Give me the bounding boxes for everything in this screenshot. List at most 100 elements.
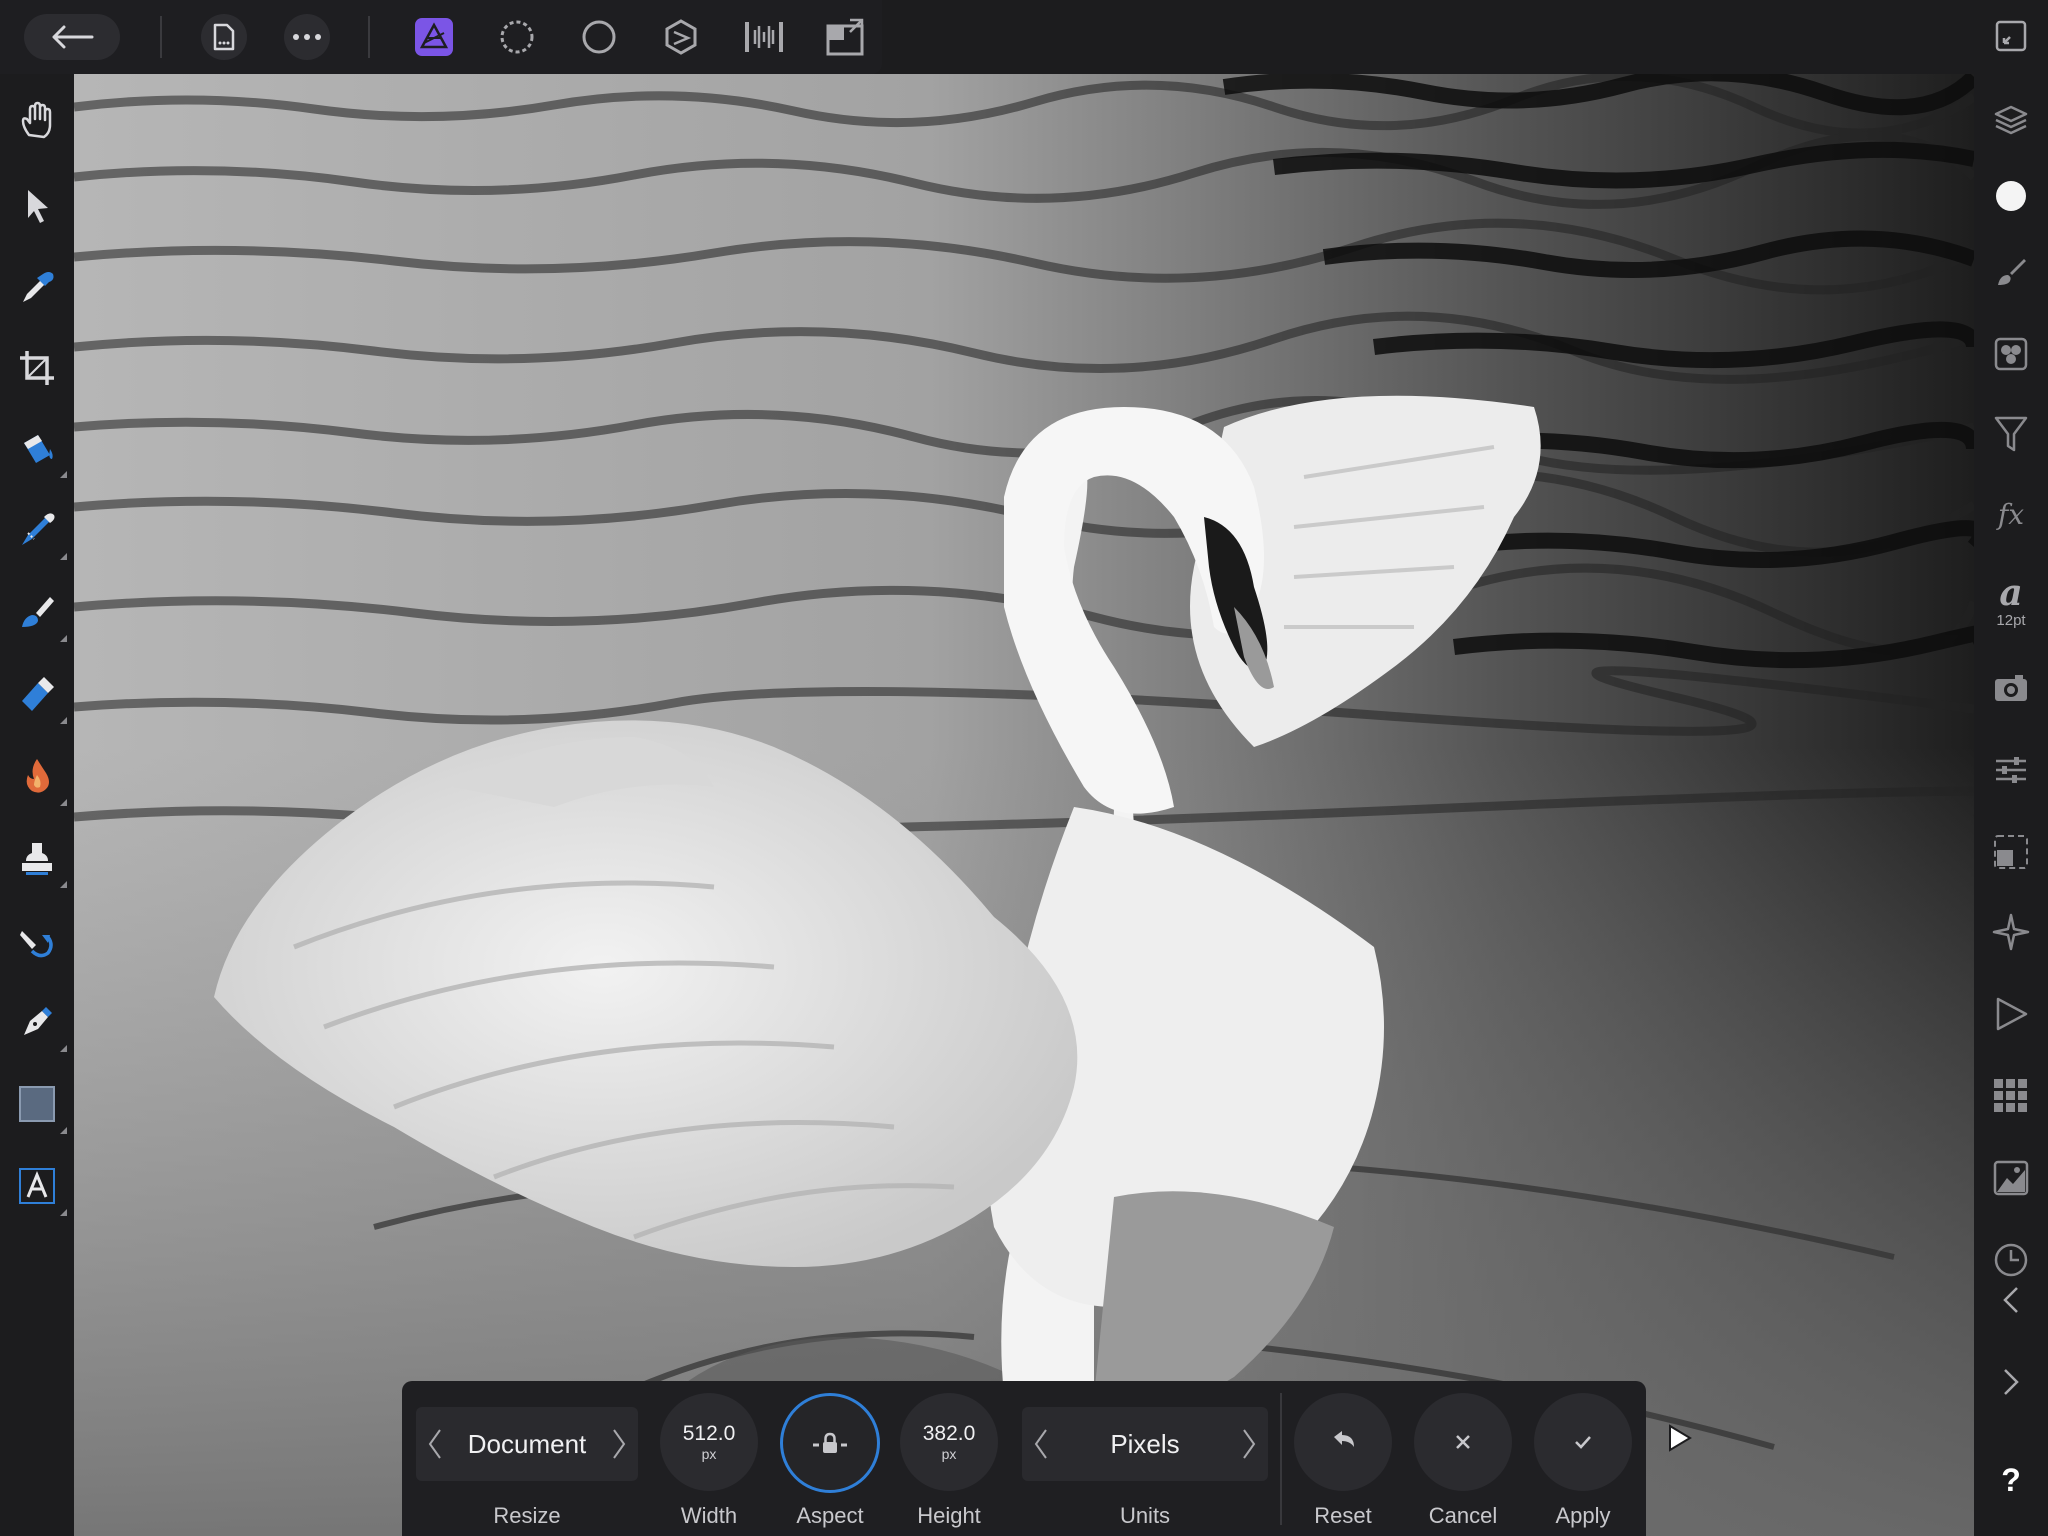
units-value: Pixels	[1110, 1428, 1180, 1459]
text-styles-button[interactable]: a 12pt	[1987, 568, 2035, 634]
tool-flyout-indicator	[60, 1127, 67, 1134]
liquify-persona-button[interactable]	[493, 14, 541, 60]
rectangle-tool-icon	[19, 1086, 55, 1122]
back-arrow-icon	[52, 25, 94, 49]
units-next-button[interactable]	[1230, 1407, 1268, 1481]
macros-button[interactable]	[1987, 990, 2035, 1038]
tone-mapping-persona-button[interactable]	[657, 14, 705, 60]
tool-flyout-indicator	[60, 553, 67, 560]
apply-button[interactable]	[1534, 1393, 1632, 1491]
layers-button[interactable]	[1987, 96, 2035, 144]
color-icon	[1996, 181, 2026, 211]
units-prev-button[interactable]	[1022, 1407, 1060, 1481]
studio-panel-bar: fx a 12pt ?	[1974, 0, 2048, 1536]
undo-brush-tool[interactable]	[13, 916, 61, 964]
back-button[interactable]	[24, 14, 120, 60]
artistic-text-tool[interactable]	[13, 1162, 67, 1216]
erase-brush-tool-icon	[22, 677, 54, 711]
toolbar-separator	[160, 16, 162, 58]
develop-persona-button[interactable]	[575, 14, 623, 60]
brushes-icon	[1998, 259, 2026, 285]
swatches-button[interactable]	[1987, 1072, 2035, 1120]
effects-icon: fx	[1997, 497, 2025, 531]
brushes-button[interactable]	[1987, 248, 2035, 296]
aspect-lock-toggle[interactable]	[780, 1393, 880, 1493]
context-separator	[1280, 1393, 1282, 1525]
stock-icon	[1995, 675, 2027, 701]
toolbar-separator	[368, 16, 370, 58]
resize-next-button[interactable]	[600, 1407, 638, 1481]
width-field[interactable]: 512.0 px	[660, 1393, 758, 1491]
adjustments-button[interactable]	[1987, 410, 2035, 458]
document-setup-button[interactable]	[821, 14, 869, 60]
effects-button[interactable]: fx	[1987, 490, 2035, 538]
height-unit: px	[941, 1446, 957, 1462]
tool-flyout-indicator	[60, 1209, 67, 1216]
hand-tool[interactable]	[13, 96, 61, 144]
color-picker-tool[interactable]	[13, 264, 61, 312]
transform-button[interactable]	[1987, 746, 2035, 794]
export-persona-icon	[745, 22, 783, 52]
photo-persona-button[interactable]	[410, 14, 458, 60]
selection-brush-tool-icon	[22, 513, 55, 545]
reset-label: Reset	[1314, 1503, 1372, 1528]
artistic-text-tool-icon	[19, 1168, 55, 1204]
move-tool-icon	[28, 190, 48, 223]
tool-flyout-indicator	[60, 799, 67, 806]
lock-icon	[813, 1432, 847, 1453]
expand-right-button[interactable]	[1987, 1358, 2035, 1406]
fullscreen-button[interactable]	[1987, 12, 2035, 60]
resize-prev-button[interactable]	[416, 1407, 454, 1481]
history-icon	[1994, 1243, 2028, 1277]
pen-tool[interactable]	[13, 998, 67, 1052]
burn-brush-tool-icon	[26, 759, 49, 793]
collapse-left-button[interactable]	[1987, 1276, 2035, 1324]
height-field[interactable]: 382.0 px	[900, 1393, 998, 1491]
collapse-left-icon	[2003, 1287, 2018, 1313]
move-tool[interactable]	[13, 182, 61, 230]
toolbar-panel	[0, 0, 882, 74]
fullscreen-icon	[1995, 20, 2027, 52]
color-picker-tool-icon	[23, 272, 54, 302]
navigator-button[interactable]	[1987, 828, 2035, 876]
document-button[interactable]	[201, 14, 247, 60]
text-styles-icon: a	[1999, 571, 2023, 614]
width-label: Width	[680, 1503, 738, 1528]
crop-tool[interactable]	[13, 344, 61, 392]
erase-brush-tool[interactable]	[13, 670, 67, 724]
chevron-left-icon	[1034, 1429, 1047, 1459]
flood-fill-tool-icon	[24, 435, 53, 463]
color-button[interactable]	[1987, 172, 2035, 220]
reset-icon	[1334, 1431, 1354, 1447]
close-icon	[1456, 1435, 1470, 1449]
units-selector[interactable]: Pixels	[1022, 1407, 1268, 1481]
histogram-button[interactable]	[1987, 1154, 2035, 1202]
reset-button[interactable]	[1294, 1393, 1392, 1491]
width-unit: px	[701, 1446, 717, 1462]
layers-icon	[1994, 105, 2028, 135]
undo-brush-tool-icon	[20, 931, 53, 958]
help-button[interactable]: ?	[1987, 1456, 2035, 1504]
cancel-button[interactable]	[1414, 1393, 1512, 1491]
context-toolbar: Document Resize 512.0 px Width Aspect 38…	[402, 1381, 1646, 1536]
selection-brush-tool[interactable]	[13, 506, 67, 560]
height-value: 382.0	[922, 1422, 976, 1445]
burn-brush-tool[interactable]	[13, 752, 67, 806]
chevron-right-icon	[1243, 1429, 1256, 1459]
export-persona-button[interactable]	[740, 14, 788, 60]
context-toolbar-expand-button[interactable]	[1664, 1420, 1696, 1456]
channels-button[interactable]	[1987, 330, 2035, 378]
paint-brush-tool[interactable]	[13, 588, 67, 642]
snapping-button[interactable]	[1987, 908, 2035, 956]
image-canvas[interactable]	[74, 47, 1974, 1536]
rectangle-tool[interactable]	[13, 1080, 67, 1134]
document-icon	[213, 23, 235, 51]
flood-fill-tool[interactable]	[13, 424, 67, 478]
resize-mode-selector[interactable]: Document	[416, 1407, 638, 1481]
stock-button[interactable]	[1987, 664, 2035, 712]
more-button[interactable]	[284, 14, 330, 60]
text-size-label: 12pt	[1996, 611, 2026, 629]
tone-mapping-persona-icon	[665, 19, 697, 55]
clone-brush-tool[interactable]	[13, 834, 67, 888]
hand-tool-icon	[21, 101, 52, 139]
